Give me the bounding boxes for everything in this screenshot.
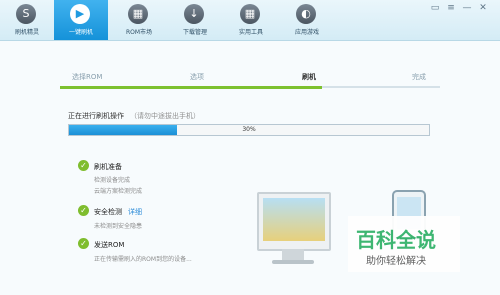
close-icon[interactable]: ✕ <box>476 2 490 14</box>
item-desc: 云端方案检测完成 <box>94 188 143 195</box>
watermark-subtitle: 助你轻松解决 <box>366 256 426 267</box>
check-icon: ✓ <box>78 205 89 216</box>
watermark-title: 百科全说 <box>356 228 436 252</box>
progress-label: 30% <box>242 126 256 133</box>
tab-label: 一键刷机 <box>68 29 93 36</box>
tab-one-click-flash[interactable]: ▶ 一键刷机 <box>54 0 108 40</box>
item-title-row: 安全检测 详细 <box>94 207 142 217</box>
check-icon: ✓ <box>78 160 89 171</box>
monitor-screen <box>263 198 325 241</box>
step-options: 选项 <box>190 73 204 81</box>
step-progress-fill <box>60 86 322 89</box>
computer-monitor-image <box>257 192 331 251</box>
watermark: 百科全说 助你轻松解决 <box>348 216 460 272</box>
item-desc: 检测设备完成 <box>94 177 131 184</box>
apps-games-icon: ◐ <box>296 4 316 24</box>
tools-icon: ▦ <box>240 4 260 24</box>
item-desc: 正在传输需刷入的ROM到您的设备... <box>94 256 192 263</box>
tab-flash-wizard[interactable]: S 刷机精灵 <box>0 0 54 40</box>
status-title: 正在进行刷机操作 <box>68 112 124 120</box>
step-progress: 选择ROM 选项 刷机 完成 <box>60 68 440 89</box>
tab-label: ROM市场 <box>125 29 153 36</box>
tab-label: 下载管理 <box>182 29 207 36</box>
item-desc: 未检测到安全隐患 <box>94 223 143 230</box>
tab-download-manager[interactable]: ↓ 下载管理 <box>168 0 222 40</box>
feedback-icon[interactable]: ▭ <box>428 2 442 14</box>
monitor-stand <box>282 249 304 260</box>
menu-icon[interactable]: ≡ <box>444 2 458 14</box>
check-icon: ✓ <box>78 238 89 249</box>
progress-bar: 30% <box>68 124 430 136</box>
top-toolbar: S 刷机精灵 ▶ 一键刷机 ▦ ROM市场 ↓ 下载管理 ▦ 实用工具 ◐ 应用… <box>0 0 500 41</box>
tab-label: 刷机精灵 <box>14 29 39 36</box>
download-icon: ↓ <box>184 4 204 24</box>
rom-market-icon: ▦ <box>128 4 148 24</box>
detail-link[interactable]: 详细 <box>128 208 142 216</box>
tab-label: 实用工具 <box>238 29 263 36</box>
tab-rom-market[interactable]: ▦ ROM市场 <box>112 0 166 40</box>
step-flash: 刷机 <box>302 73 316 81</box>
item-title: 刷机准备 <box>94 163 122 171</box>
item-title: 发送ROM <box>94 241 125 249</box>
step-select-rom: 选择ROM <box>72 73 103 81</box>
flash-wizard-icon: S <box>16 4 36 24</box>
monitor-base <box>272 260 314 264</box>
play-icon: ▶ <box>70 4 90 24</box>
item-title: 安全检测 <box>94 208 122 216</box>
minimize-icon[interactable]: — <box>460 2 474 14</box>
tab-label: 应用游戏 <box>294 29 319 36</box>
tab-apps-games[interactable]: ◐ 应用游戏 <box>280 0 334 40</box>
tab-tools[interactable]: ▦ 实用工具 <box>224 0 278 40</box>
flash-status: 正在进行刷机操作 （请勿中途拔出手机） <box>68 111 200 121</box>
status-hint: （请勿中途拔出手机） <box>130 112 200 120</box>
step-finish: 完成 <box>412 73 426 81</box>
